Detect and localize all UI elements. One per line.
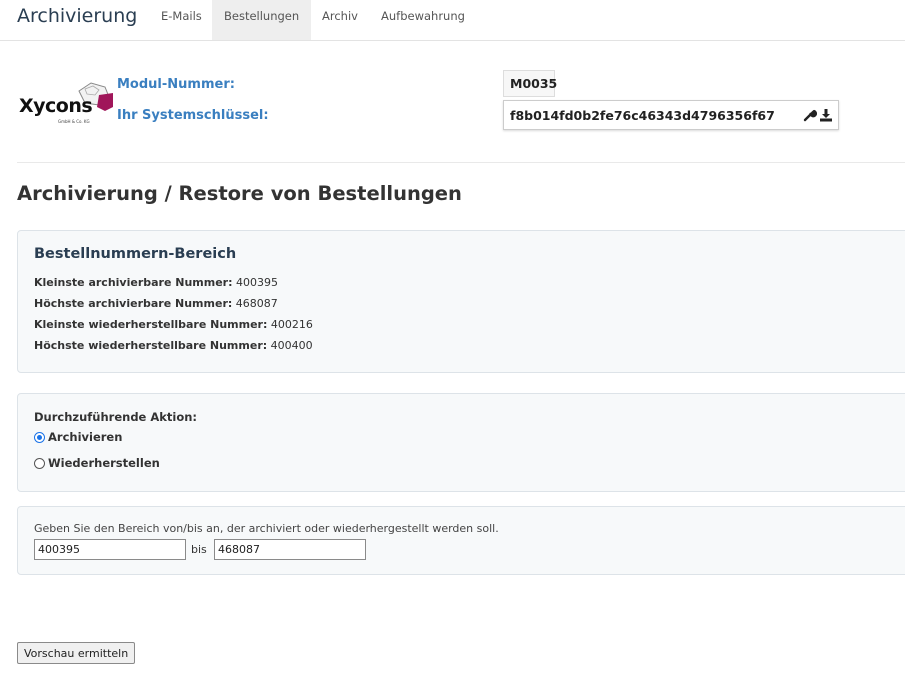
app-brand[interactable]: Archivierung xyxy=(17,5,137,27)
radio-wiederherstellen-label[interactable]: Wiederherstellen xyxy=(48,456,160,470)
header-divider xyxy=(17,162,905,163)
info-label: Höchste wiederherstellbare Nummer: xyxy=(34,339,268,352)
radio-archivieren-label[interactable]: Archivieren xyxy=(48,430,122,444)
logo-wordmark: Xycons xyxy=(19,95,93,117)
tab-emails[interactable]: E-Mails xyxy=(149,0,214,40)
page-title: Archivierung / Restore von Bestellungen xyxy=(17,182,462,205)
module-number-text: M0035 xyxy=(510,76,558,91)
system-key-text: f8b014fd0b2fe76c46343d4796356f67 xyxy=(510,108,775,123)
tab-aufbewahrung[interactable]: Aufbewahrung xyxy=(369,0,477,40)
radio-wiederherstellen-button[interactable] xyxy=(34,457,45,469)
tab-archiv[interactable]: Archiv xyxy=(310,0,370,40)
range-from-input[interactable] xyxy=(34,539,186,560)
info-value: 468087 xyxy=(235,297,278,310)
range-instruction: Geben Sie den Bereich von/bis an, der ar… xyxy=(34,522,499,535)
system-key-label: Ihr Systemschlüssel: xyxy=(117,108,269,123)
module-number-value: M0035 xyxy=(503,70,558,97)
preview-button[interactable]: Vorschau ermitteln xyxy=(17,642,136,664)
radio-wiederherstellen[interactable]: Wiederherstellen xyxy=(34,456,160,470)
action-title: Durchzuführende Aktion: xyxy=(34,410,198,424)
info-label: Kleinste wiederherstellbare Nummer: xyxy=(34,318,268,331)
system-key-box: f8b014fd0b2fe76c46343d4796356f67 xyxy=(503,100,839,130)
action-panel: Durchzuführende Aktion: Archivieren Wied… xyxy=(17,393,905,492)
logo-subtext: GmbH & Co. KG xyxy=(58,119,90,124)
info-value: 400216 xyxy=(270,318,313,331)
wrench-icon[interactable] xyxy=(803,108,817,122)
max-restorable-row: Höchste wiederherstellbare Nummer: 40040… xyxy=(34,339,313,352)
radio-archivieren-button[interactable] xyxy=(34,431,45,443)
info-label: Höchste archivierbare Nummer: xyxy=(34,297,233,310)
download-icon[interactable] xyxy=(819,108,833,122)
max-archivable-row: Höchste archivierbare Nummer: 468087 xyxy=(34,297,278,310)
min-archivable-row: Kleinste archivierbare Nummer: 400395 xyxy=(34,276,278,289)
range-to-input[interactable] xyxy=(214,539,366,560)
info-value: 400400 xyxy=(270,339,313,352)
range-input-panel: Geben Sie den Bereich von/bis an, der ar… xyxy=(17,506,905,575)
xycons-logo: Xycons GmbH & Co. KG xyxy=(18,75,118,127)
min-restorable-row: Kleinste wiederherstellbare Nummer: 4002… xyxy=(34,318,313,331)
module-number-label: Modul-Nummer: xyxy=(117,77,235,92)
top-navbar: Archivierung E-Mails Bestellungen Archiv… xyxy=(0,0,905,41)
order-range-panel: Bestellnummern-Bereich Kleinste archivie… xyxy=(17,230,905,373)
info-label: Kleinste archivierbare Nummer: xyxy=(34,276,233,289)
order-range-title: Bestellnummern-Bereich xyxy=(34,246,237,262)
radio-archivieren[interactable]: Archivieren xyxy=(34,430,122,444)
tab-bestellungen[interactable]: Bestellungen xyxy=(212,0,312,40)
range-separator: bis xyxy=(191,543,207,556)
info-value: 400395 xyxy=(236,276,279,289)
